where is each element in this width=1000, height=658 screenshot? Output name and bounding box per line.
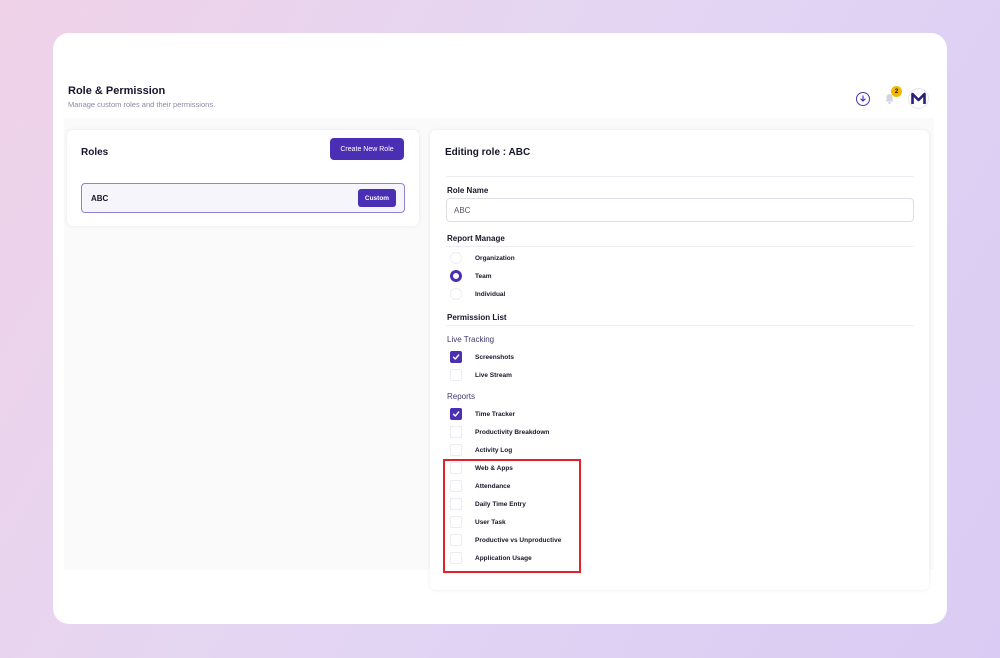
checkbox[interactable] xyxy=(450,426,462,438)
live-tracking-label: Live Tracking xyxy=(447,335,495,344)
notification-badge: 2 xyxy=(891,85,902,97)
checkbox[interactable] xyxy=(450,444,462,456)
checkbox-label: Attendance xyxy=(475,482,511,490)
checkbox-web-apps[interactable]: Web & Apps xyxy=(450,461,513,475)
download-icon[interactable] xyxy=(856,91,870,106)
role-item-abc[interactable]: ABC Custom xyxy=(81,183,405,213)
checkbox[interactable] xyxy=(450,462,462,474)
checkbox-label: Productive vs Unproductive xyxy=(475,536,562,544)
page-title: Role & Permission xyxy=(68,85,166,97)
radio-individual[interactable]: Individual xyxy=(450,287,505,301)
checkbox-time-tracker[interactable]: Time Tracker xyxy=(450,407,515,421)
radio-label: Organization xyxy=(475,254,515,262)
notification-bell[interactable]: 2 xyxy=(882,85,902,106)
page-subtitle: Manage custom roles and their permission… xyxy=(68,100,216,109)
role-name: ABC xyxy=(91,194,109,203)
role-name-label: Role Name xyxy=(447,186,489,195)
logo-m-icon xyxy=(911,92,926,104)
divider xyxy=(446,176,914,177)
checkbox-daily-time-entry[interactable]: Daily Time Entry xyxy=(450,497,526,511)
checkbox-label: Application Usage xyxy=(475,554,532,562)
checkbox-label: Activity Log xyxy=(475,446,513,454)
edit-role-card: Editing role : ABC Role Name Report Mana… xyxy=(430,130,929,590)
check-icon xyxy=(452,411,460,417)
divider xyxy=(446,325,914,326)
checkbox[interactable] xyxy=(450,351,462,363)
check-icon xyxy=(452,354,460,360)
checkbox[interactable] xyxy=(450,552,462,564)
checkbox-screenshots[interactable]: Screenshots xyxy=(450,350,514,364)
permission-list-label: Permission List xyxy=(447,313,507,322)
radio-button[interactable] xyxy=(450,288,462,300)
roles-card: Roles Create New Role ABC Custom xyxy=(67,130,419,226)
app-window: Role & Permission Manage custom roles an… xyxy=(53,33,947,624)
header-actions: 2 xyxy=(856,85,929,109)
checkbox[interactable] xyxy=(450,480,462,492)
checkbox[interactable] xyxy=(450,498,462,510)
create-new-role-button[interactable]: Create New Role xyxy=(330,138,404,160)
checkbox-label: Productivity Breakdown xyxy=(475,428,550,436)
checkbox[interactable] xyxy=(450,408,462,420)
editing-role-title: Editing role : ABC xyxy=(445,147,531,158)
checkbox[interactable] xyxy=(450,369,462,381)
radio-button[interactable] xyxy=(450,252,462,264)
checkbox-application-usage[interactable]: Application Usage xyxy=(450,551,532,565)
avatar[interactable] xyxy=(908,88,929,109)
radio-organization[interactable]: Organization xyxy=(450,251,515,265)
checkbox-productivity-breakdown[interactable]: Productivity Breakdown xyxy=(450,425,549,439)
checkbox-label: Time Tracker xyxy=(475,410,515,418)
checkbox[interactable] xyxy=(450,534,462,546)
role-name-input[interactable] xyxy=(446,198,914,222)
radio-label: Individual xyxy=(475,290,506,298)
checkbox-productive-vs-unproductive[interactable]: Productive vs Unproductive xyxy=(450,533,561,547)
radio-label: Team xyxy=(475,272,492,280)
checkbox-label: User Task xyxy=(475,518,506,526)
checkbox-label: Live Stream xyxy=(475,371,512,379)
report-manage-label: Report Manage xyxy=(447,234,505,243)
checkbox-activity-log[interactable]: Activity Log xyxy=(450,443,512,457)
checkbox[interactable] xyxy=(450,516,462,528)
divider xyxy=(446,246,914,247)
checkbox-label: Web & Apps xyxy=(475,464,513,472)
radio-button-selected[interactable] xyxy=(450,270,462,282)
checkbox-live-stream[interactable]: Live Stream xyxy=(450,368,512,382)
checkbox-label: Screenshots xyxy=(475,353,515,361)
checkbox-label: Daily Time Entry xyxy=(475,500,526,508)
reports-label: Reports xyxy=(447,392,476,401)
page-header: Role & Permission Manage custom roles an… xyxy=(68,85,215,109)
checkbox-attendance[interactable]: Attendance xyxy=(450,479,510,493)
custom-badge[interactable]: Custom xyxy=(358,189,396,207)
checkbox-user-task[interactable]: User Task xyxy=(450,515,506,529)
radio-team[interactable]: Team xyxy=(450,269,492,283)
roles-title: Roles xyxy=(81,147,109,158)
